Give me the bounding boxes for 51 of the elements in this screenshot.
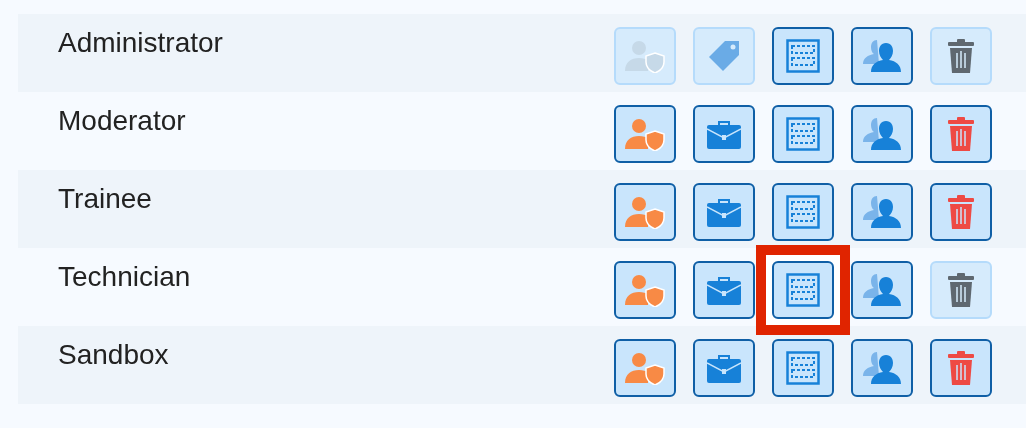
person-shield-icon bbox=[625, 116, 665, 151]
briefcase-button[interactable] bbox=[693, 104, 755, 163]
users-icon bbox=[863, 38, 901, 73]
layout-icon bbox=[786, 194, 820, 229]
layout-icon bbox=[786, 116, 820, 151]
trash-icon bbox=[948, 272, 974, 307]
briefcase-button[interactable] bbox=[693, 260, 755, 319]
briefcase-icon bbox=[707, 274, 741, 305]
role-button[interactable] bbox=[614, 182, 676, 241]
briefcase-icon bbox=[707, 352, 741, 383]
delete-button[interactable] bbox=[930, 338, 992, 397]
person-shield-icon bbox=[625, 272, 665, 307]
users-button[interactable] bbox=[851, 338, 913, 397]
role-button[interactable] bbox=[614, 338, 676, 397]
role-name: Technician bbox=[57, 260, 191, 293]
layout-icon bbox=[786, 38, 820, 73]
role-name: Moderator bbox=[57, 104, 186, 137]
delete-button[interactable] bbox=[930, 182, 992, 241]
briefcase-icon bbox=[707, 118, 741, 149]
layout-button[interactable] bbox=[772, 104, 834, 163]
role-name: Sandbox bbox=[57, 338, 169, 371]
users-icon bbox=[863, 116, 901, 151]
briefcase-button[interactable] bbox=[693, 338, 755, 397]
users-button[interactable] bbox=[851, 182, 913, 241]
layout-button[interactable] bbox=[772, 26, 834, 85]
users-button[interactable] bbox=[851, 260, 913, 319]
delete-button[interactable] bbox=[930, 104, 992, 163]
role-button[interactable] bbox=[614, 260, 676, 319]
users-button[interactable] bbox=[851, 104, 913, 163]
users-button[interactable] bbox=[851, 26, 913, 85]
layout-button[interactable] bbox=[772, 182, 834, 241]
role-name: Administrator bbox=[57, 26, 223, 59]
users-icon bbox=[863, 194, 901, 229]
layout-icon bbox=[786, 350, 820, 385]
person-shield-icon bbox=[625, 38, 665, 73]
tag-icon bbox=[708, 39, 740, 72]
layout-button[interactable] bbox=[772, 338, 834, 397]
person-shield-icon bbox=[625, 350, 665, 385]
users-icon bbox=[863, 272, 901, 307]
briefcase-button[interactable] bbox=[693, 182, 755, 241]
trash-icon bbox=[948, 38, 974, 73]
trash-icon bbox=[948, 116, 974, 151]
trash-icon bbox=[948, 194, 974, 229]
trash-icon bbox=[948, 350, 974, 385]
layout-button[interactable] bbox=[772, 260, 834, 319]
person-shield-icon bbox=[625, 194, 665, 229]
role-button[interactable] bbox=[614, 104, 676, 163]
users-icon bbox=[863, 350, 901, 385]
briefcase-icon bbox=[707, 196, 741, 227]
role-name: Trainee bbox=[57, 182, 152, 215]
layout-icon bbox=[786, 272, 820, 307]
